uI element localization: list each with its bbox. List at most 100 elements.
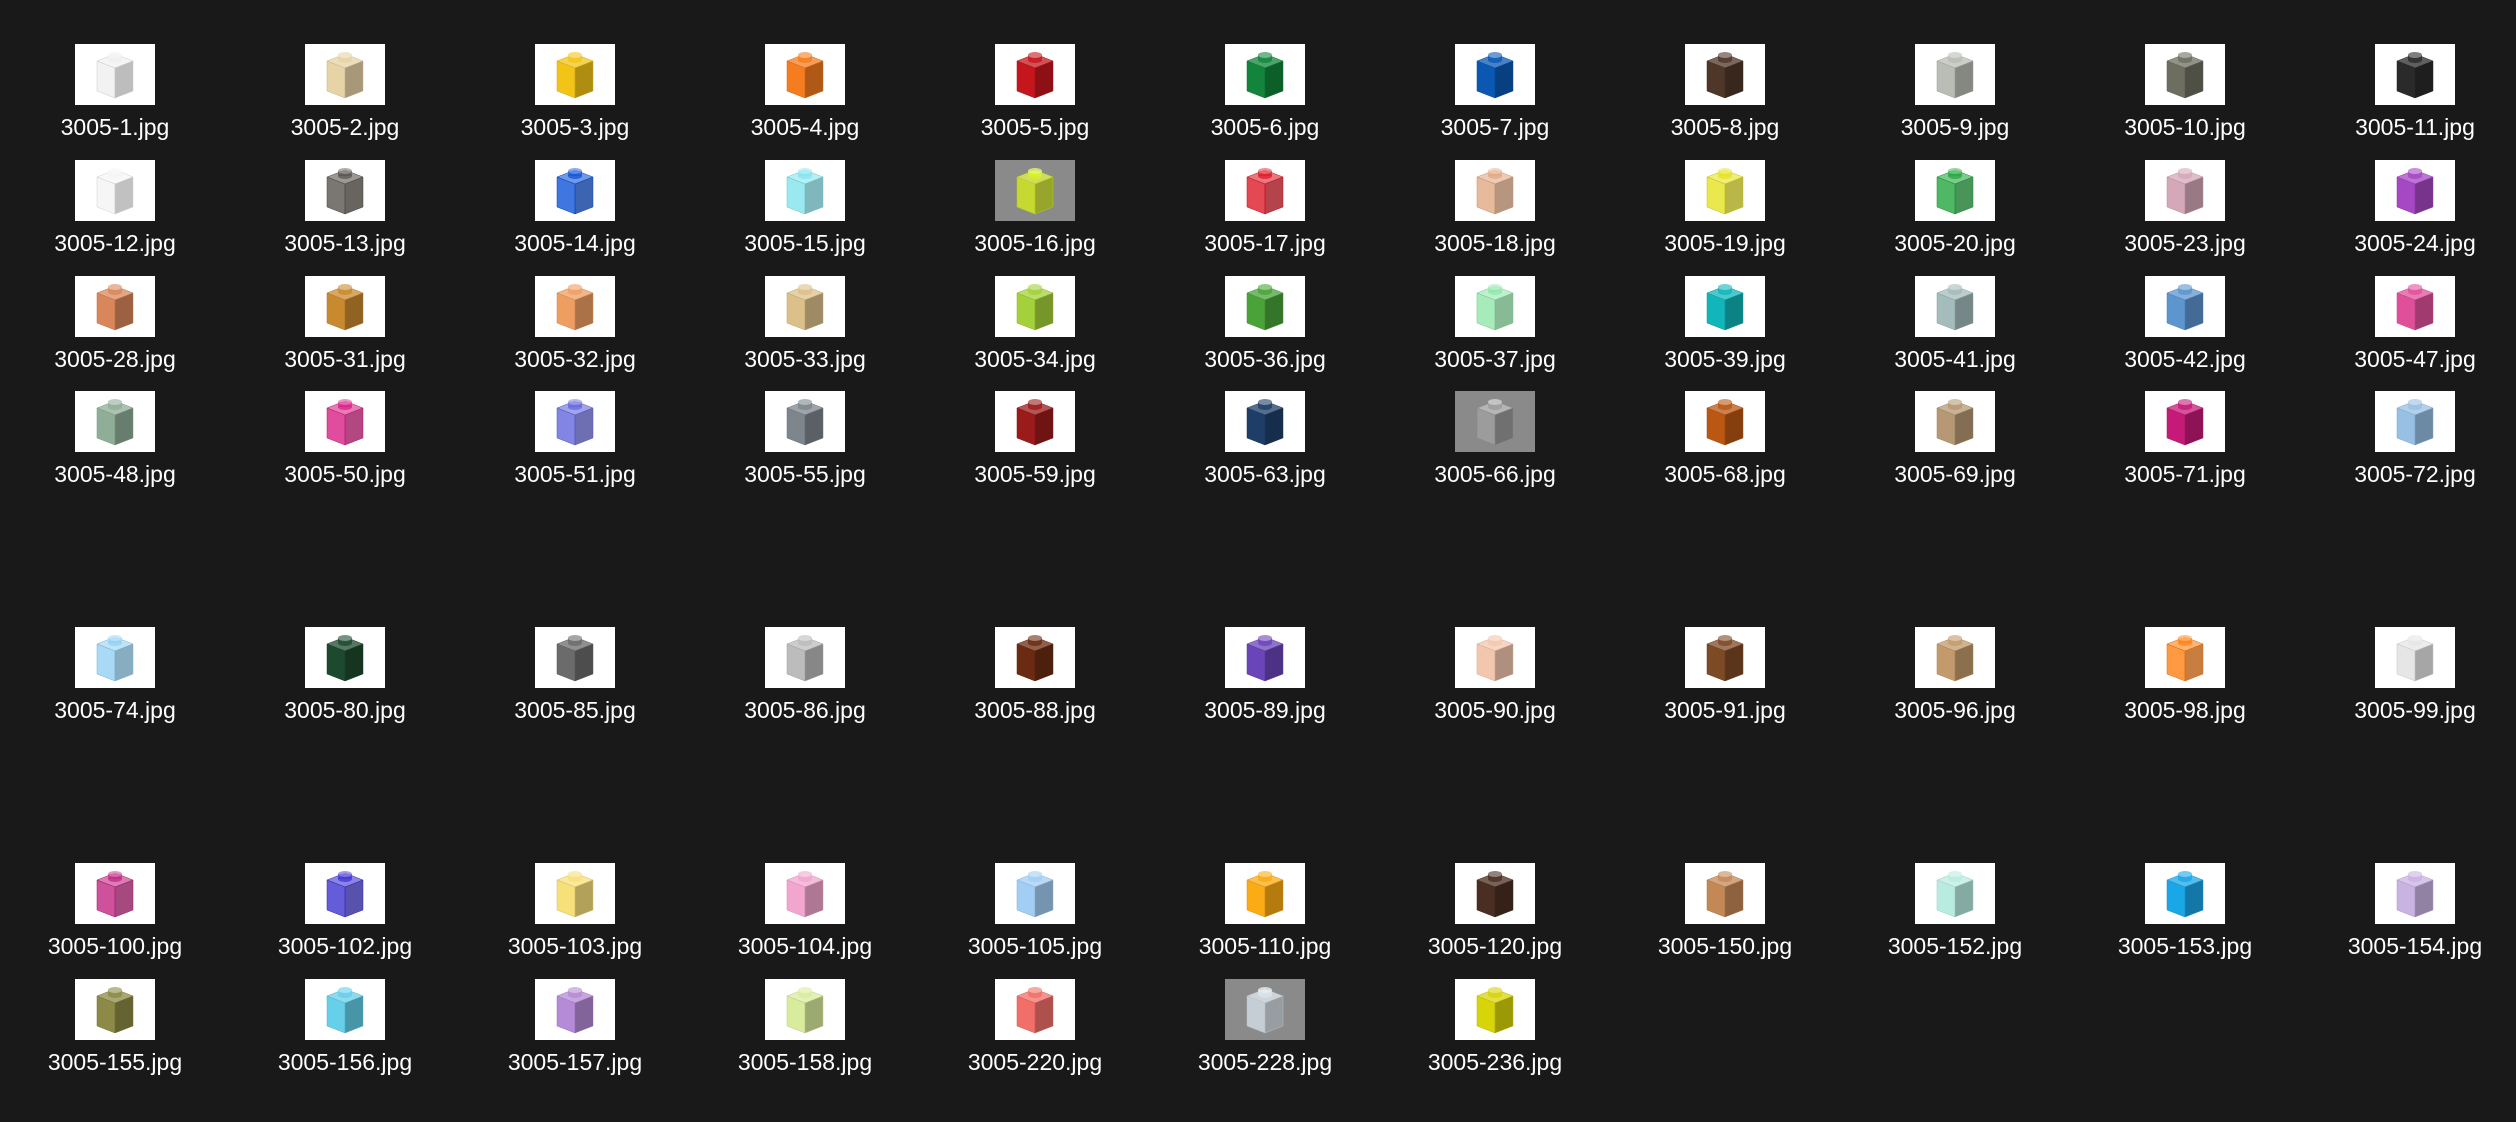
file-item[interactable]: 3005-105.jpg — [920, 849, 1150, 959]
file-item[interactable]: 3005-33.jpg — [690, 262, 920, 372]
file-thumbnail[interactable] — [1225, 979, 1305, 1040]
file-thumbnail[interactable] — [765, 627, 845, 688]
file-thumbnail[interactable] — [2145, 391, 2225, 452]
file-item[interactable]: 3005-28.jpg — [0, 262, 230, 372]
file-item[interactable]: 3005-36.jpg — [1150, 262, 1380, 372]
file-thumbnail[interactable] — [2145, 44, 2225, 105]
file-thumbnail[interactable] — [305, 160, 385, 221]
file-item[interactable]: 3005-66.jpg — [1380, 377, 1610, 487]
file-item[interactable]: 3005-74.jpg — [0, 613, 230, 723]
file-thumbnail[interactable] — [1225, 863, 1305, 924]
file-thumbnail[interactable] — [1455, 44, 1535, 105]
file-thumbnail[interactable] — [1915, 276, 1995, 337]
file-item[interactable]: 3005-24.jpg — [2300, 146, 2516, 256]
file-thumbnail[interactable] — [535, 276, 615, 337]
file-thumbnail[interactable] — [1915, 627, 1995, 688]
file-thumbnail[interactable] — [765, 160, 845, 221]
file-thumbnail[interactable] — [535, 391, 615, 452]
file-thumbnail[interactable] — [1455, 863, 1535, 924]
file-thumbnail[interactable] — [305, 979, 385, 1040]
file-thumbnail[interactable] — [75, 391, 155, 452]
file-item[interactable]: 3005-220.jpg — [920, 965, 1150, 1075]
file-thumbnail[interactable] — [2145, 160, 2225, 221]
file-item[interactable]: 3005-236.jpg — [1380, 965, 1610, 1075]
file-thumbnail[interactable] — [765, 276, 845, 337]
file-item[interactable]: 3005-85.jpg — [460, 613, 690, 723]
file-item[interactable]: 3005-156.jpg — [230, 965, 460, 1075]
file-item[interactable]: 3005-103.jpg — [460, 849, 690, 959]
file-thumbnail[interactable] — [1455, 160, 1535, 221]
file-thumbnail[interactable] — [765, 863, 845, 924]
file-item[interactable]: 3005-3.jpg — [460, 30, 690, 140]
file-thumbnail[interactable] — [2375, 276, 2455, 337]
file-item[interactable]: 3005-8.jpg — [1610, 30, 1840, 140]
file-thumbnail[interactable] — [1225, 160, 1305, 221]
file-item[interactable]: 3005-41.jpg — [1840, 262, 2070, 372]
file-thumbnail[interactable] — [535, 44, 615, 105]
file-item[interactable]: 3005-18.jpg — [1380, 146, 1610, 256]
file-item[interactable]: 3005-1.jpg — [0, 30, 230, 140]
file-thumbnail[interactable] — [1225, 391, 1305, 452]
file-item[interactable]: 3005-48.jpg — [0, 377, 230, 487]
file-item[interactable]: 3005-16.jpg — [920, 146, 1150, 256]
file-item[interactable]: 3005-51.jpg — [460, 377, 690, 487]
file-item[interactable]: 3005-88.jpg — [920, 613, 1150, 723]
file-thumbnail[interactable] — [995, 863, 1075, 924]
file-item[interactable]: 3005-12.jpg — [0, 146, 230, 256]
file-thumbnail[interactable] — [535, 863, 615, 924]
file-item[interactable]: 3005-10.jpg — [2070, 30, 2300, 140]
file-item[interactable]: 3005-42.jpg — [2070, 262, 2300, 372]
file-thumbnail[interactable] — [995, 276, 1075, 337]
file-item[interactable]: 3005-120.jpg — [1380, 849, 1610, 959]
file-thumbnail[interactable] — [995, 160, 1075, 221]
file-thumbnail[interactable] — [1225, 276, 1305, 337]
file-item[interactable]: 3005-9.jpg — [1840, 30, 2070, 140]
file-item[interactable]: 3005-17.jpg — [1150, 146, 1380, 256]
file-item[interactable]: 3005-11.jpg — [2300, 30, 2516, 140]
file-item[interactable]: 3005-14.jpg — [460, 146, 690, 256]
file-thumbnail[interactable] — [2375, 863, 2455, 924]
file-thumbnail[interactable] — [1915, 160, 1995, 221]
file-thumbnail[interactable] — [75, 160, 155, 221]
file-thumbnail[interactable] — [535, 627, 615, 688]
file-thumbnail[interactable] — [1225, 44, 1305, 105]
file-thumbnail[interactable] — [995, 391, 1075, 452]
file-thumbnail[interactable] — [1685, 863, 1765, 924]
file-thumbnail[interactable] — [765, 979, 845, 1040]
file-item[interactable]: 3005-15.jpg — [690, 146, 920, 256]
file-thumbnail[interactable] — [1685, 391, 1765, 452]
file-item[interactable]: 3005-19.jpg — [1610, 146, 1840, 256]
file-thumbnail[interactable] — [305, 863, 385, 924]
file-thumbnail[interactable] — [1685, 627, 1765, 688]
file-thumbnail[interactable] — [1685, 276, 1765, 337]
file-item[interactable]: 3005-71.jpg — [2070, 377, 2300, 487]
file-thumbnail[interactable] — [75, 44, 155, 105]
file-item[interactable]: 3005-5.jpg — [920, 30, 1150, 140]
file-thumbnail[interactable] — [995, 44, 1075, 105]
file-item[interactable]: 3005-37.jpg — [1380, 262, 1610, 372]
file-thumbnail[interactable] — [765, 391, 845, 452]
file-item[interactable]: 3005-110.jpg — [1150, 849, 1380, 959]
file-item[interactable]: 3005-98.jpg — [2070, 613, 2300, 723]
file-thumbnail[interactable] — [1455, 391, 1535, 452]
file-item[interactable]: 3005-99.jpg — [2300, 613, 2516, 723]
file-thumbnail[interactable] — [1915, 44, 1995, 105]
file-thumbnail[interactable] — [535, 979, 615, 1040]
file-thumbnail[interactable] — [1685, 160, 1765, 221]
file-item[interactable]: 3005-154.jpg — [2300, 849, 2516, 959]
file-thumbnail[interactable] — [995, 979, 1075, 1040]
file-item[interactable]: 3005-2.jpg — [230, 30, 460, 140]
file-item[interactable]: 3005-34.jpg — [920, 262, 1150, 372]
file-thumbnail[interactable] — [765, 44, 845, 105]
file-item[interactable]: 3005-91.jpg — [1610, 613, 1840, 723]
file-thumbnail[interactable] — [1225, 627, 1305, 688]
file-thumbnail[interactable] — [2375, 627, 2455, 688]
file-item[interactable]: 3005-6.jpg — [1150, 30, 1380, 140]
file-thumbnail[interactable] — [2375, 391, 2455, 452]
file-item[interactable]: 3005-13.jpg — [230, 146, 460, 256]
file-thumbnail[interactable] — [75, 863, 155, 924]
file-item[interactable]: 3005-72.jpg — [2300, 377, 2516, 487]
file-item[interactable]: 3005-104.jpg — [690, 849, 920, 959]
file-item[interactable]: 3005-100.jpg — [0, 849, 230, 959]
file-thumbnail[interactable] — [305, 44, 385, 105]
